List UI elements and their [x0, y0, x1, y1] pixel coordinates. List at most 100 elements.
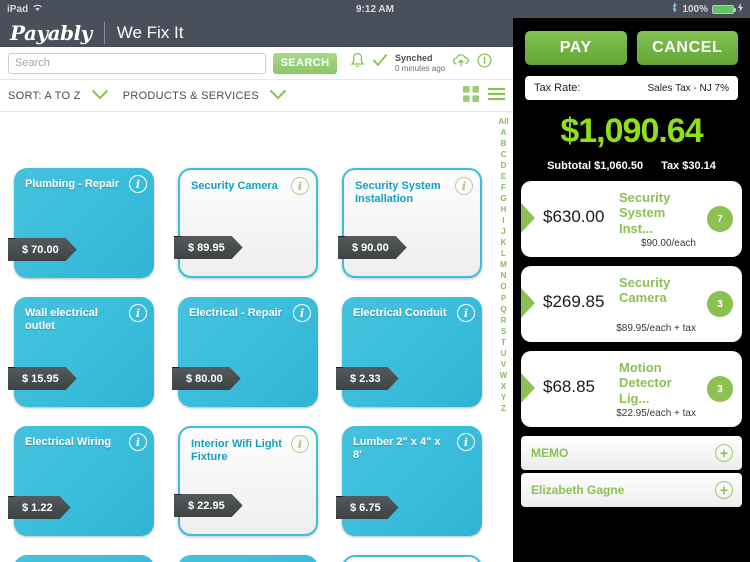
alpha-index-j[interactable]: J: [501, 226, 505, 237]
product-card[interactable]: Security Camera i $ 89.95: [178, 168, 318, 278]
sort-label[interactable]: SORT: A TO Z: [8, 90, 81, 102]
product-name: Plumbing - Repair: [25, 178, 120, 190]
cart-item-unit-price: $90.00/each: [640, 238, 696, 249]
cloud-upload-icon[interactable]: [452, 53, 470, 73]
product-card[interactable]: Electrical - Repair i $ 80.00: [178, 297, 318, 407]
sync-status-group: Synched 0 minutes ago: [350, 52, 492, 74]
info-circle-icon[interactable]: [477, 53, 492, 73]
customer-plus-circle-icon[interactable]: +: [715, 481, 733, 499]
bell-icon[interactable]: [350, 52, 365, 74]
product-grid-scroll[interactable]: Plumbing - Repair i $ 70.00 Security Camera…: [0, 159, 494, 562]
cart-item[interactable]: $630.00 Security System Inst... 7 $90.00/ea…: [521, 181, 742, 257]
sync-time-label: 0 minutes ago: [395, 63, 446, 73]
product-card[interactable]: Electrical Conduit i $ 2.33: [342, 297, 482, 407]
alpha-index-k[interactable]: K: [501, 237, 507, 248]
cart-pane: PAY CANCEL Tax Rate: Sales Tax - NJ 7% $…: [513, 18, 750, 562]
alpha-index-all[interactable]: All: [498, 116, 508, 127]
info-circle-icon[interactable]: i: [291, 435, 309, 453]
info-circle-icon[interactable]: i: [457, 304, 475, 322]
sort-chevron-down-icon[interactable]: [91, 89, 109, 103]
alpha-index-n[interactable]: N: [501, 270, 507, 281]
alpha-index-i[interactable]: I: [502, 215, 504, 226]
alpha-index-d[interactable]: D: [501, 160, 507, 171]
search-input[interactable]: [8, 52, 266, 74]
alpha-index-t[interactable]: T: [501, 337, 506, 348]
alpha-index-e[interactable]: E: [501, 171, 506, 182]
product-price-tag: $ 89.95: [174, 236, 243, 259]
alphabet-index[interactable]: All A B C D E F G H I J K L M N O P Q R S T U V W X Y Z: [494, 112, 513, 562]
ios-status-bar: iPad 9:12 AM 100%: [0, 0, 750, 18]
info-circle-icon[interactable]: i: [455, 177, 473, 195]
alpha-index-p[interactable]: P: [501, 293, 506, 304]
clock: 9:12 AM: [356, 3, 394, 15]
product-card[interactable]: Lumber 2" x 4" x 8' i $ 6.75: [342, 426, 482, 536]
alpha-index-w[interactable]: W: [500, 370, 508, 381]
alpha-index-u[interactable]: U: [501, 348, 507, 359]
cart-items-list: $630.00 Security System Inst... 7 $90.00/ea…: [513, 181, 750, 427]
cart-item[interactable]: $269.85 Security Camera 3 $89.95/each + tax: [521, 266, 742, 342]
product-card[interactable]: Motion Detector Light Fixturei: [342, 555, 482, 562]
tax-rate-row[interactable]: Tax Rate: Sales Tax - NJ 7%: [525, 76, 738, 100]
alpha-index-o[interactable]: O: [500, 281, 506, 292]
tax-rate-label: Tax Rate:: [534, 82, 581, 94]
expand-arrow-icon[interactable]: [521, 203, 535, 233]
memo-plus-circle-icon[interactable]: +: [715, 444, 733, 462]
pay-button[interactable]: PAY: [525, 31, 627, 65]
category-label[interactable]: PRODUCTS & SERVICES: [123, 90, 259, 102]
alpha-index-a[interactable]: A: [501, 127, 507, 138]
info-circle-icon[interactable]: i: [291, 177, 309, 195]
alpha-index-m[interactable]: M: [500, 259, 507, 270]
product-price-tag: $ 70.00: [8, 238, 77, 261]
search-button[interactable]: SEARCH: [273, 52, 337, 74]
battery-icon: [712, 4, 736, 14]
product-card[interactable]: Interior Wifi Light Fixture i $ 22.95: [178, 426, 318, 536]
product-card[interactable]: Electrical Wiring i $ 1.22: [14, 426, 154, 536]
alpha-index-x[interactable]: X: [501, 381, 506, 392]
cart-item-quantity-badge[interactable]: 3: [707, 291, 733, 317]
grid-view-icon[interactable]: [463, 86, 479, 105]
list-view-icon[interactable]: [488, 87, 505, 104]
cart-item[interactable]: $68.85 Motion Detector Lig... 3 $22.95/each…: [521, 351, 742, 427]
info-circle-icon[interactable]: i: [293, 304, 311, 322]
expand-arrow-icon[interactable]: [521, 373, 535, 403]
alpha-index-f[interactable]: F: [501, 182, 506, 193]
info-circle-icon[interactable]: i: [129, 304, 147, 322]
info-circle-icon[interactable]: i: [129, 175, 147, 193]
product-card[interactable]: Materialsi: [14, 555, 154, 562]
alpha-index-z[interactable]: Z: [501, 403, 506, 414]
memo-row[interactable]: MEMO +: [521, 436, 742, 470]
product-card[interactable]: Milestone Paymenti: [178, 555, 318, 562]
alpha-index-q[interactable]: Q: [500, 304, 506, 315]
category-chevron-down-icon[interactable]: [269, 89, 287, 103]
merchant-name: We Fix It: [116, 22, 184, 42]
cart-item-unit-price: $89.95/each + tax: [616, 323, 696, 334]
product-card[interactable]: Plumbing - Repair i $ 70.00: [14, 168, 154, 278]
info-circle-icon[interactable]: i: [457, 433, 475, 451]
status-right: 100%: [671, 2, 743, 16]
cancel-button[interactable]: CANCEL: [636, 31, 738, 65]
alpha-index-r[interactable]: R: [501, 315, 507, 326]
alpha-index-h[interactable]: H: [501, 204, 507, 215]
memo-label: MEMO: [531, 446, 569, 460]
product-card[interactable]: Wall electrical outlet i $ 15.95: [14, 297, 154, 407]
alpha-index-g[interactable]: G: [500, 193, 506, 204]
expand-arrow-icon[interactable]: [521, 288, 535, 318]
customer-row[interactable]: Elizabeth Gagne +: [521, 473, 742, 507]
cart-item-quantity-badge[interactable]: 3: [707, 376, 733, 402]
cart-item-name: Security Camera: [619, 275, 671, 306]
alpha-index-b[interactable]: B: [501, 138, 507, 149]
product-grid: Plumbing - Repair i $ 70.00 Security Camera…: [14, 168, 494, 562]
alpha-index-l[interactable]: L: [501, 248, 506, 259]
check-icon: [372, 53, 388, 73]
cart-item-quantity-badge[interactable]: 7: [707, 206, 733, 232]
product-price-tag: $ 80.00: [172, 367, 241, 390]
info-circle-icon[interactable]: i: [129, 433, 147, 451]
alpha-index-s[interactable]: S: [501, 326, 506, 337]
product-price-tag: $ 22.95: [174, 494, 243, 517]
customer-name-label: Elizabeth Gagne: [531, 483, 625, 497]
alpha-index-y[interactable]: Y: [501, 392, 506, 403]
product-card[interactable]: Security System Installation i $ 90.00: [342, 168, 482, 278]
alpha-index-c[interactable]: C: [501, 149, 507, 160]
alpha-index-v[interactable]: V: [501, 359, 506, 370]
product-price-tag: $ 1.22: [8, 496, 71, 519]
